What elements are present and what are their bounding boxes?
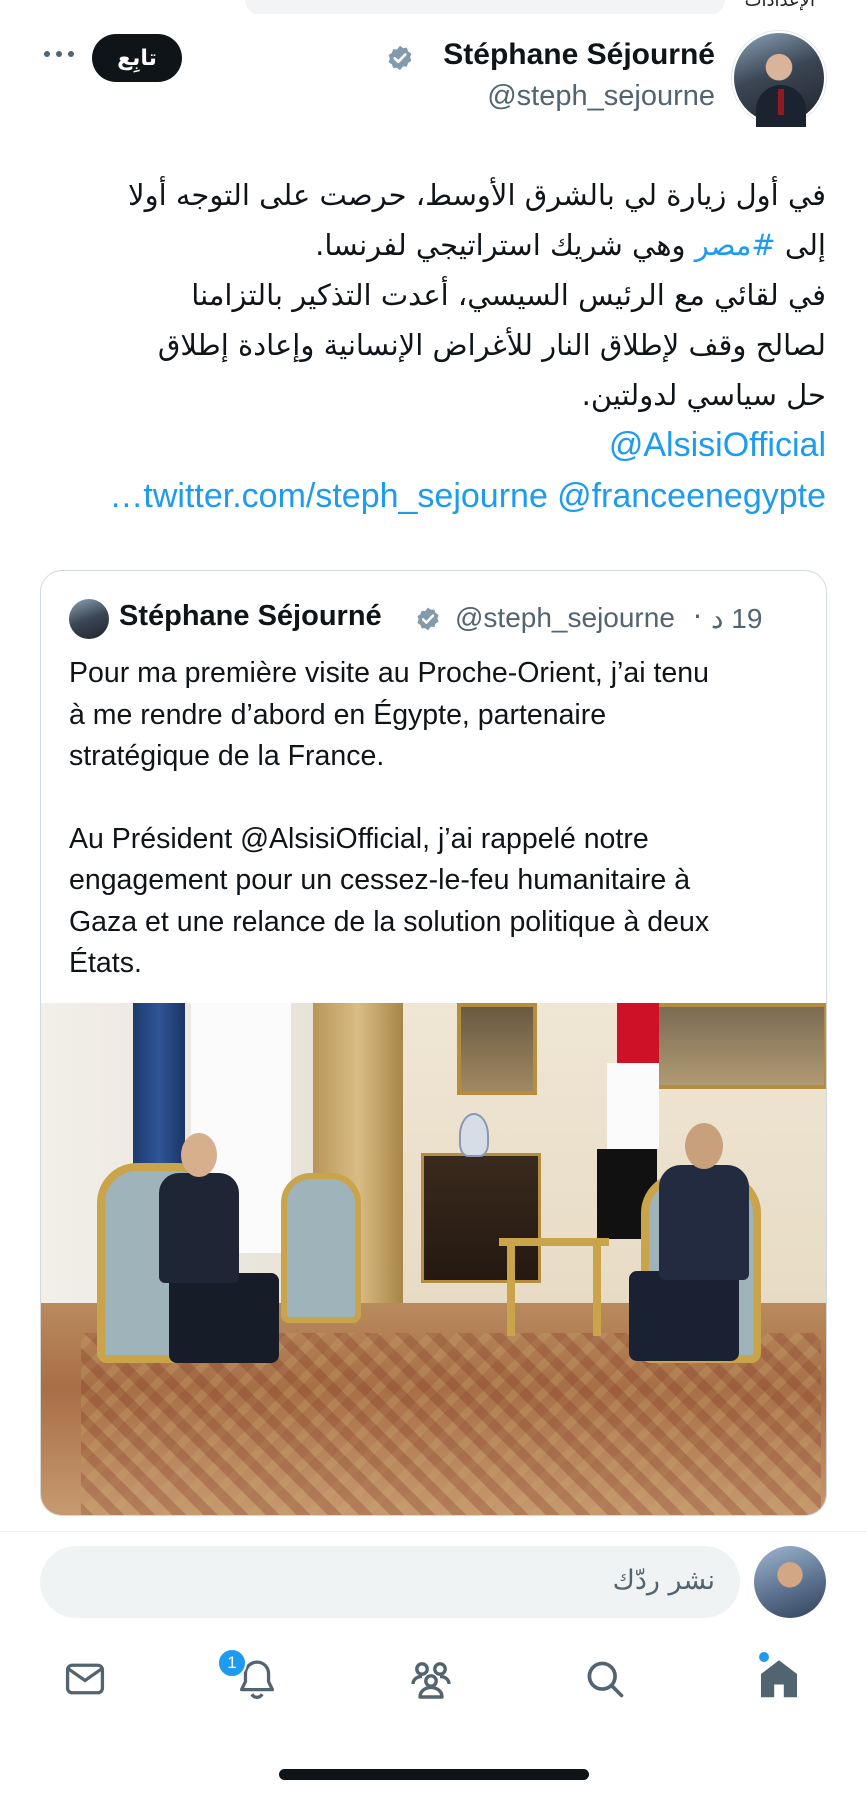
- home-tab[interactable]: [752, 1652, 806, 1706]
- quoted-tweet-card[interactable]: Stéphane Séjourné @steph_sejourne · 19 د…: [40, 570, 827, 1516]
- tweet-line: @franceenegypte …twitter.com/steph_sejou…: [40, 471, 826, 522]
- current-user-avatar[interactable]: [754, 1546, 826, 1618]
- tweet-line: حل سياسي لدولتين.: [581, 378, 826, 412]
- quoted-paragraph: Au Président @AlsisiOfficial, j’ai rappe…: [69, 822, 710, 980]
- author-avatar[interactable]: [732, 31, 826, 127]
- meta-separator: ·: [693, 600, 702, 633]
- quoted-timestamp[interactable]: 19 د: [711, 602, 762, 635]
- verified-badge-icon: [388, 45, 412, 71]
- mention-link[interactable]: @AlsisiOfficial: [609, 426, 826, 464]
- settings-label[interactable]: الإعدادات: [745, 0, 815, 11]
- tweet-line: إلى #مصر وهي شريك استراتيجي لفرنسا.: [40, 220, 826, 270]
- communities-icon: [411, 1662, 451, 1699]
- tweet-line-text: إلى: [775, 228, 826, 262]
- photo-chair: [281, 1173, 361, 1323]
- messages-tab[interactable]: [58, 1652, 112, 1706]
- quoted-tweet-photo[interactable]: [41, 1003, 826, 1515]
- author-handle[interactable]: @steph_sejourne: [487, 80, 715, 113]
- home-indicator-bar[interactable]: [279, 1769, 589, 1780]
- messages-icon: [65, 1663, 105, 1695]
- photo-person: [151, 1133, 279, 1373]
- reply-placeholder: نشر ردّك: [612, 1565, 715, 1596]
- search-tab[interactable]: [578, 1652, 632, 1706]
- tweet-text: في أول زيارة لي بالشرق الأوسط، حرصت على …: [40, 170, 826, 522]
- photo-painting: [653, 1003, 826, 1089]
- photo-person: [629, 1123, 759, 1373]
- mention-link[interactable]: @franceenegypte: [557, 477, 826, 515]
- tweet-line: في لقائي مع الرئيس السيسي، أعدت التذكير …: [191, 278, 826, 312]
- tweet-line-text: وهي شريك استراتيجي لفرنسا.: [315, 228, 695, 262]
- truncated-url-link[interactable]: …twitter.com/steph_sejourne: [109, 477, 547, 515]
- follow-button[interactable]: تابِع: [92, 34, 182, 82]
- tweet-line: @AlsisiOfficial: [40, 420, 826, 471]
- verified-badge-icon: [417, 607, 439, 631]
- quoted-author-handle[interactable]: @steph_sejourne: [455, 602, 675, 634]
- communities-tab[interactable]: [404, 1652, 458, 1706]
- quoted-author-avatar[interactable]: [69, 599, 109, 639]
- photo-flag: [617, 1003, 659, 1063]
- quoted-paragraph: Pour ma première visite au Proche-Orient…: [69, 657, 709, 772]
- more-options-icon[interactable]: [42, 44, 76, 64]
- tweet-line: لصالح وقف لإطلاق النار للأغراض الإنسانية…: [157, 328, 826, 362]
- top-bar-remnant: الإعدادات: [0, 0, 867, 14]
- avatar-tie: [778, 89, 784, 115]
- tweet-line: في أول زيارة لي بالشرق الأوسط، حرصت على …: [128, 178, 826, 212]
- photo-table: [499, 1238, 609, 1336]
- quoted-tweet-text: Pour ma première visite au Proche-Orient…: [69, 653, 799, 985]
- author-name[interactable]: Stéphane Séjourné: [443, 38, 715, 72]
- top-pill: [245, 0, 725, 14]
- photo-vase: [459, 1113, 489, 1157]
- photo-painting: [457, 1003, 537, 1095]
- quoted-author-name[interactable]: Stéphane Séjourné: [119, 600, 382, 633]
- search-icon: [587, 1661, 624, 1698]
- hashtag-link[interactable]: #مصر: [695, 228, 776, 262]
- notification-count-badge: 1: [217, 1648, 247, 1678]
- divider: [0, 1531, 867, 1532]
- home-icon: [760, 1660, 798, 1698]
